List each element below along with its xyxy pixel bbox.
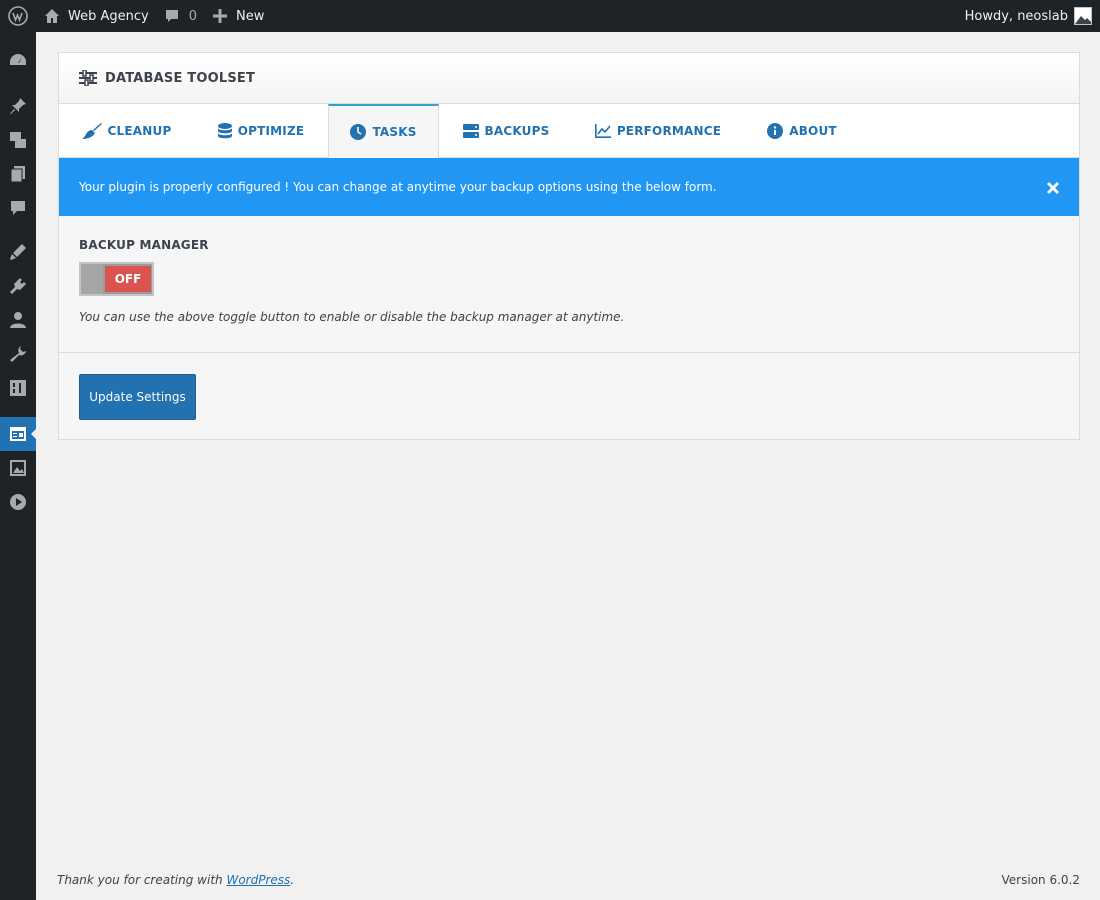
panel-header: DATABASE TOOLSET bbox=[59, 53, 1079, 104]
tools-icon[interactable] bbox=[0, 337, 36, 371]
comments-icon[interactable] bbox=[0, 191, 36, 225]
tab-backups-label: BACKUPS bbox=[484, 124, 550, 138]
hdd-icon bbox=[462, 124, 479, 138]
my-account-link[interactable]: Howdy, neoslab bbox=[957, 0, 1100, 32]
line-chart-icon bbox=[594, 124, 611, 138]
panel-title: DATABASE TOOLSET bbox=[105, 70, 256, 86]
tab-bar: CLEANUP OPTIMIZE TASKS BACKUPS PERFORMAN… bbox=[59, 104, 1079, 158]
pin-icon[interactable] bbox=[0, 89, 36, 123]
footer-thanks-prefix: Thank you for creating with bbox=[57, 873, 223, 887]
howdy-text: Howdy, neoslab bbox=[964, 8, 1068, 24]
avatar bbox=[1074, 7, 1092, 25]
settings-icon[interactable] bbox=[0, 371, 36, 405]
footer-version: Version 6.0.2 bbox=[1001, 873, 1080, 887]
wp-logo-menu[interactable] bbox=[0, 0, 36, 32]
tab-performance-label: PERFORMANCE bbox=[616, 124, 722, 138]
users-icon[interactable] bbox=[0, 303, 36, 337]
tab-cleanup[interactable]: CLEANUP bbox=[59, 104, 194, 158]
footer-thanks: Thank you for creating with WordPress. bbox=[57, 873, 294, 887]
admin-bar: Web Agency 0 New Howdy, neoslab bbox=[0, 0, 1100, 32]
sliders-icon bbox=[79, 70, 97, 86]
wordpress-logo-icon bbox=[8, 6, 28, 26]
footer-thanks-suffix: . bbox=[290, 873, 295, 887]
tab-optimize[interactable]: OPTIMIZE bbox=[194, 104, 328, 158]
tab-cleanup-label: CLEANUP bbox=[107, 124, 172, 138]
tab-about[interactable]: ABOUT bbox=[743, 104, 861, 158]
home-icon bbox=[45, 9, 59, 23]
toggle-state-label: OFF bbox=[105, 266, 151, 292]
avatar-mountain-icon bbox=[1075, 16, 1091, 24]
admin-sidebar bbox=[0, 32, 37, 900]
plus-icon bbox=[212, 9, 227, 23]
broom-icon bbox=[81, 123, 102, 139]
site-name: Web Agency bbox=[68, 8, 149, 24]
active-menu-arrow bbox=[31, 428, 37, 440]
database-icon bbox=[217, 123, 232, 139]
plugins-icon[interactable] bbox=[0, 269, 36, 303]
backup-manager-label: BACKUP MANAGER bbox=[79, 238, 209, 252]
site-name-link[interactable]: Web Agency bbox=[36, 0, 157, 32]
tab-backups[interactable]: BACKUPS bbox=[439, 104, 573, 158]
comments-link[interactable]: 0 bbox=[157, 0, 205, 32]
appearance-icon[interactable] bbox=[0, 235, 36, 269]
comments-count: 0 bbox=[188, 8, 197, 24]
database-toolset-panel: DATABASE TOOLSET CLEANUP OPTIMIZE TASKS … bbox=[58, 52, 1080, 440]
close-icon bbox=[1047, 182, 1059, 194]
dismiss-notice-button[interactable] bbox=[1047, 182, 1059, 194]
settings-actions: Update Settings bbox=[59, 354, 1079, 439]
tab-tasks-label: TASKS bbox=[372, 125, 417, 139]
info-notice: Your plugin is properly configured ! You… bbox=[59, 158, 1079, 216]
new-label: New bbox=[235, 8, 265, 24]
backup-manager-toggle[interactable]: OFF bbox=[79, 262, 154, 296]
dashboard-icon[interactable] bbox=[0, 44, 36, 78]
info-icon bbox=[767, 123, 784, 139]
tab-about-label: ABOUT bbox=[789, 124, 837, 138]
backup-manager-section: BACKUP MANAGER OFF You can use the above… bbox=[59, 216, 1079, 353]
update-settings-button[interactable]: Update Settings bbox=[79, 374, 196, 420]
notice-text: Your plugin is properly configured ! You… bbox=[79, 180, 717, 194]
video-icon[interactable] bbox=[0, 485, 36, 519]
tab-tasks[interactable]: TASKS bbox=[328, 104, 439, 158]
clock-icon bbox=[350, 124, 367, 140]
media-icon[interactable] bbox=[0, 123, 36, 157]
toggle-hint: You can use the above toggle button to e… bbox=[79, 310, 625, 324]
database-toolset-icon[interactable] bbox=[0, 417, 37, 451]
toggle-knob bbox=[81, 264, 103, 294]
pages-icon[interactable] bbox=[0, 157, 36, 191]
comment-bubble-icon bbox=[165, 10, 178, 22]
wordpress-link[interactable]: WordPress bbox=[226, 873, 290, 887]
tab-performance[interactable]: PERFORMANCE bbox=[573, 104, 743, 158]
gallery-icon[interactable] bbox=[0, 451, 36, 485]
new-content-link[interactable]: New bbox=[205, 0, 272, 32]
tab-optimize-label: OPTIMIZE bbox=[237, 124, 305, 138]
